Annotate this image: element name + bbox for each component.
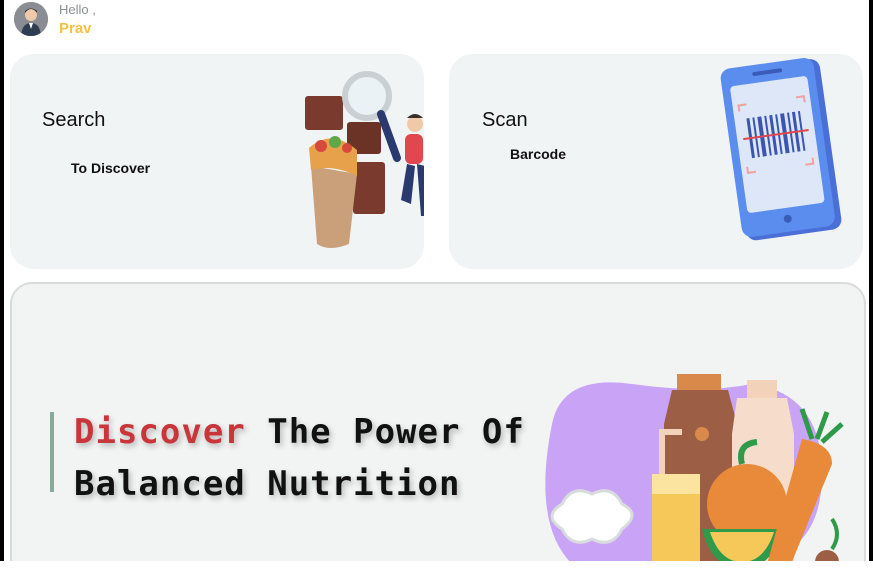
- banner-headline: Discover The Power Of Balanced Nutrition: [74, 406, 525, 510]
- scan-card[interactable]: Scan Barcode: [449, 54, 863, 269]
- scan-card-title: Scan: [482, 109, 528, 131]
- app-frame: Hello , Prav Search To Discover Scan Bar…: [4, 0, 869, 581]
- greeting-text: Hello ,: [59, 2, 96, 17]
- search-card[interactable]: Search To Discover: [10, 54, 424, 269]
- search-card-title: Search: [42, 109, 106, 131]
- phone-barcode-illustration: [720, 58, 842, 241]
- search-card-subtitle: To Discover: [71, 160, 151, 176]
- user-avatar-icon: [14, 2, 48, 36]
- banner-accent-bar: [50, 412, 54, 492]
- avatar[interactable]: [14, 2, 48, 36]
- magnifier-food-illustration: [305, 71, 424, 248]
- greeting-header: Hello , Prav: [14, 2, 314, 40]
- nutrition-banner[interactable]: Discover The Power Of Balanced Nutrition: [10, 282, 866, 581]
- bottom-strip: [0, 561, 873, 581]
- headline-line1: The Power Of: [245, 412, 525, 452]
- headline-line2: Balanced Nutrition: [74, 464, 461, 504]
- headline-accent: Discover: [74, 412, 246, 452]
- groceries-illustration: [545, 374, 844, 574]
- scan-card-subtitle: Barcode: [510, 146, 567, 162]
- username: Prav: [59, 20, 92, 37]
